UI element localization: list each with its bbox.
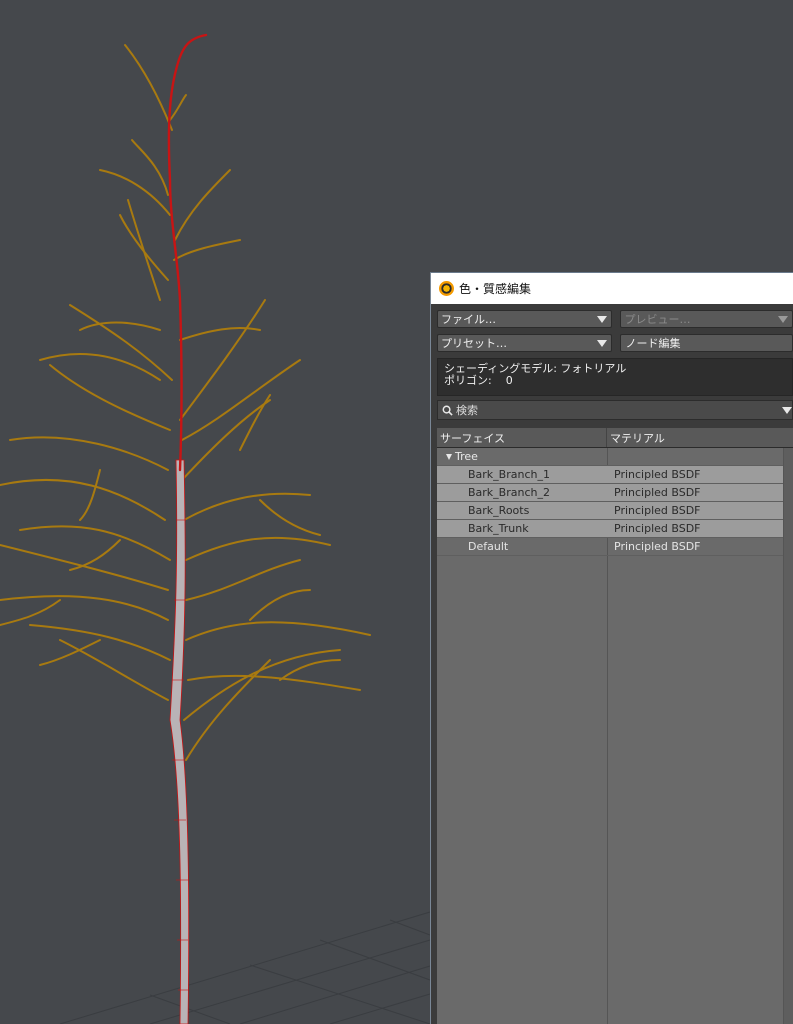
table-row[interactable]: Bark_Trunk Principled BSDF — [437, 520, 793, 538]
preview-dropdown[interactable]: プレビュー… — [620, 310, 793, 328]
tree-trunk — [169, 459, 190, 1024]
material-name: Principled BSDF — [614, 540, 701, 553]
table-row[interactable]: Bark_Roots Principled BSDF — [437, 502, 793, 520]
material-name: Principled BSDF — [614, 504, 701, 517]
table-body[interactable]: Tree Bark_Branch_1 Principled BSDF Bark_… — [437, 448, 793, 1024]
surface-name: Bark_Branch_2 — [468, 486, 550, 499]
app-logo-icon — [439, 281, 454, 296]
window-title: 色・質感編集 — [459, 282, 532, 296]
polygon-count-text: ポリゴン: 0 — [444, 374, 513, 387]
preset-dropdown[interactable]: プリセット… — [437, 334, 613, 352]
column-header-surface[interactable]: サーフェイス — [437, 428, 607, 447]
search-icon — [442, 405, 453, 416]
vertical-scrollbar[interactable] — [783, 448, 793, 1024]
table-group-row[interactable]: Tree — [437, 448, 793, 466]
group-name: Tree — [455, 450, 478, 463]
preview-label: プレビュー… — [624, 313, 691, 326]
material-name: Principled BSDF — [614, 486, 701, 499]
file-menu-label: ファイル… — [441, 313, 496, 326]
shading-info-box: シェーディングモデル: フォトリアル ポリゴン: 0 — [437, 358, 793, 396]
surface-name: Bark_Trunk — [468, 522, 529, 535]
chevron-down-icon[interactable] — [782, 407, 792, 414]
ground-grid — [59, 911, 431, 1024]
surface-name: Bark_Roots — [468, 504, 530, 517]
table-row[interactable]: Default Principled BSDF — [437, 538, 793, 556]
chevron-down-icon — [597, 316, 608, 323]
node-edit-button[interactable]: ノード編集 — [620, 334, 793, 352]
file-menu-dropdown[interactable]: ファイル… — [437, 310, 613, 328]
search-label: 検索 — [456, 404, 478, 417]
surface-name: Bark_Branch_1 — [468, 468, 550, 481]
search-input[interactable]: 検索 — [437, 400, 793, 420]
preset-label: プリセット… — [441, 337, 507, 350]
title-bar[interactable]: 色・質感編集 — [431, 273, 793, 304]
material-name: Principled BSDF — [614, 468, 701, 481]
surface-table[interactable]: サーフェイス マテリアル Tree Bark_Branch_1 Principl… — [437, 428, 793, 1024]
node-edit-label: ノード編集 — [625, 337, 681, 350]
surface-name: Default — [468, 540, 509, 553]
chevron-down-icon — [778, 316, 788, 323]
table-row[interactable]: Bark_Branch_2 Principled BSDF — [437, 484, 793, 502]
material-name: Principled BSDF — [614, 522, 701, 535]
triangle-down-icon[interactable] — [446, 453, 452, 460]
table-row[interactable]: Bark_Branch_1 Principled BSDF — [437, 466, 793, 484]
column-header-material[interactable]: マテリアル — [607, 428, 793, 447]
surface-editor-panel[interactable]: 色・質感編集 ファイル… プレビュー… プリセット… ノード編集 シェーディング… — [430, 272, 793, 1024]
chevron-down-icon — [597, 340, 608, 347]
table-header: サーフェイス マテリアル — [437, 428, 793, 448]
tree-branches — [0, 44, 371, 761]
